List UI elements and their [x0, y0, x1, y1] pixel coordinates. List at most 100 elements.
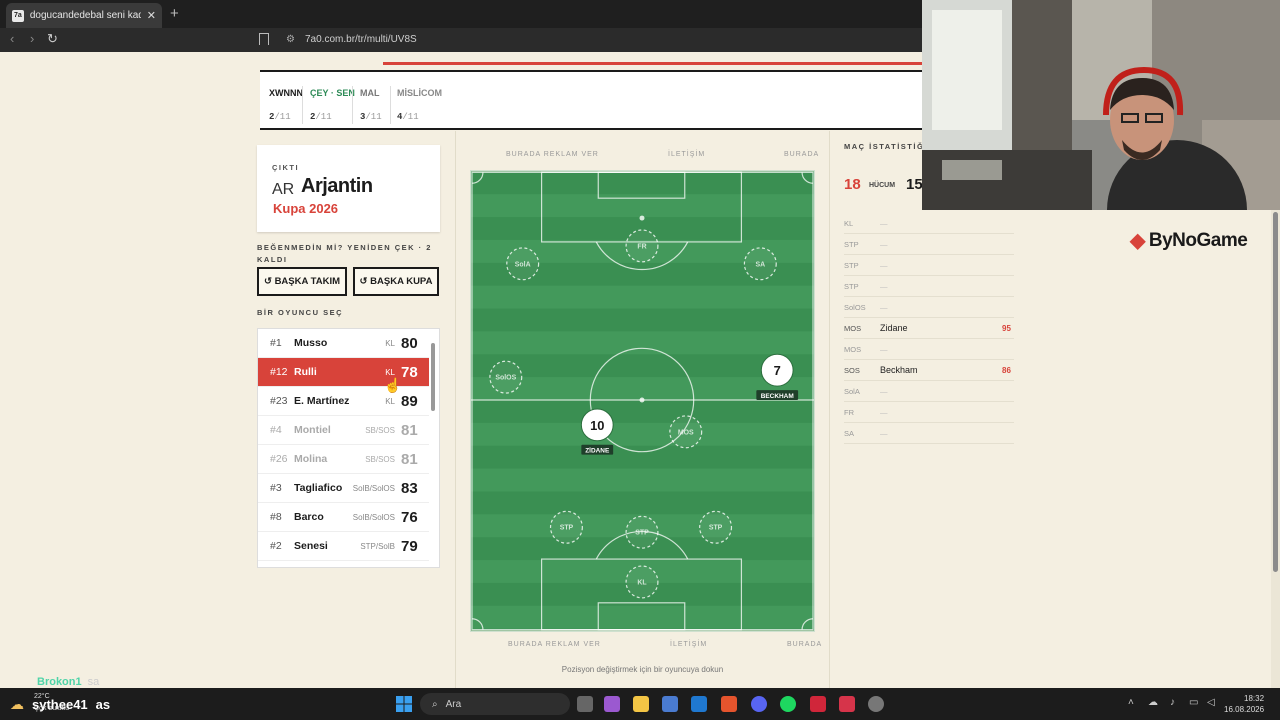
site-info-icon[interactable]: ⚙ — [286, 34, 295, 45]
result-card: ÇIKTI AR Arjantin Kupa 2026 — [257, 145, 440, 232]
close-tab-icon[interactable]: ✕ — [147, 9, 156, 22]
player-rating: 79 — [401, 537, 418, 555]
ad-link[interactable]: BURADA REKLAM VER — [508, 641, 601, 648]
token-number: 10 — [590, 418, 604, 433]
player-rating: 89 — [401, 392, 418, 410]
ad-link[interactable]: BURADA REKLAM VER — [506, 151, 599, 158]
reroll-text: BEĞENMEDİN Mİ? YENİDEN ÇEK · 2 KALDI — [257, 243, 432, 264]
windows-start-icon[interactable] — [396, 696, 412, 712]
network-icon[interactable]: ▭ — [1189, 697, 1198, 708]
stat-position: STP — [844, 281, 859, 291]
taskbar: ☁ 22°C Çok bulutlu sythee41 as ⌕ Ara ˄ ☁ … — [0, 688, 1280, 720]
stat-row: STP — — [844, 234, 1014, 255]
stat-row: SOS Beckham 86 — [844, 360, 1014, 381]
file-explorer-icon[interactable] — [633, 696, 649, 712]
url-text[interactable]: 7a0.com.br/tr/multi/UV8S — [305, 34, 417, 45]
stat-row: STP — — [844, 276, 1014, 297]
match-item[interactable]: XWNNN 2/11 — [269, 88, 303, 122]
bookmark-icon[interactable] — [259, 33, 269, 45]
player-position: KL — [385, 396, 395, 406]
match-item[interactable]: MAL 3/11 — [360, 88, 382, 122]
microphone-icon[interactable]: ♪ — [1170, 697, 1175, 708]
task-view-icon[interactable] — [577, 696, 593, 712]
stat-position: KL — [844, 218, 854, 228]
stat-position: MOS — [844, 323, 862, 333]
stat-position: SA — [844, 428, 855, 438]
player-rating: 81 — [401, 421, 418, 439]
player-rating: 83 — [401, 479, 418, 497]
player-number: #1 — [270, 337, 282, 349]
match-strip: XWNNN 2/11 ÇEY · SEN 2/11 MAL 3/11 MİSLİ… — [260, 70, 925, 130]
player-position: KL — [385, 367, 395, 377]
forward-icon[interactable]: › — [30, 31, 34, 46]
stat-position: SolA — [844, 386, 860, 396]
new-tab-icon[interactable]: + — [170, 5, 179, 22]
stat-value: 95 — [1002, 323, 1011, 333]
reload-icon[interactable]: ↻ — [47, 31, 58, 47]
stat-position: MOS — [844, 344, 862, 354]
match-name: MAL — [360, 88, 380, 98]
search-icon: ⌕ — [432, 698, 438, 710]
cloud-icon[interactable]: ☁ — [1148, 697, 1158, 708]
player-row[interactable]: #1 Musso KL 80 — [258, 329, 429, 358]
token-name: ZİDANE — [585, 446, 610, 455]
player-name: Senesi — [294, 540, 328, 552]
player-rating: 76 — [401, 508, 418, 526]
logo-text: ByNoGame — [1148, 229, 1248, 251]
outlook-icon[interactable] — [691, 696, 707, 712]
chevron-up-icon[interactable]: ˄ — [1128, 697, 1134, 708]
scrollbar-thumb[interactable] — [431, 343, 435, 411]
player-name: Tagliafico — [294, 482, 343, 494]
match-item[interactable]: MİSLİCOM 4/11 — [397, 88, 442, 122]
player-token-zidane[interactable]: 10 ZİDANE — [580, 408, 614, 455]
contact-link[interactable]: İLETİŞİM — [668, 151, 705, 158]
slot-label: KL — [637, 579, 647, 586]
page-scrollbar-thumb[interactable] — [1273, 212, 1278, 572]
slot-label: SolOS — [495, 375, 516, 382]
store-icon[interactable] — [662, 696, 678, 712]
app-icon[interactable] — [839, 696, 855, 712]
player-row[interactable]: #3 Tagliafico SolB/SolOS 83 — [258, 474, 429, 503]
stat-empty: — — [880, 260, 888, 270]
attack-label: HÜCUM — [869, 182, 896, 189]
app-icon[interactable] — [868, 696, 884, 712]
copilot-icon[interactable] — [604, 696, 620, 712]
stat-empty: — — [880, 428, 888, 438]
stat-value: 86 — [1002, 365, 1011, 375]
player-name: Montiel — [294, 424, 331, 436]
player-row[interactable]: #4 Montiel SB/SOS 81 — [258, 416, 429, 445]
player-row[interactable]: #26 Molina SB/SOS 81 — [258, 445, 429, 474]
other-team-button[interactable]: ↺ BAŞKA TAKIM — [257, 267, 347, 296]
tab-title: dogucandedebal seni kadroya ç — [29, 10, 141, 21]
player-name: Rulli — [294, 366, 317, 378]
player-number: #8 — [270, 511, 282, 523]
player-number: #12 — [270, 366, 288, 378]
stat-row: SolA — — [844, 381, 1014, 402]
brave-browser-icon[interactable] — [721, 696, 737, 712]
player-row[interactable]: #12 Rulli KL 78 — [258, 358, 429, 387]
back-icon[interactable]: ‹ — [10, 31, 14, 46]
other-cup-button[interactable]: ↺ BAŞKA KUPA — [353, 267, 439, 296]
stat-empty: — — [880, 386, 888, 396]
ad-link[interactable]: BURADA — [784, 151, 819, 158]
match-name: ÇEY · SEN — [310, 88, 355, 98]
match-item[interactable]: ÇEY · SEN 2/11 — [310, 88, 355, 122]
app-icon[interactable] — [810, 696, 826, 712]
chat-user: Brokon1 — [37, 676, 82, 688]
ad-link[interactable]: BURADA — [787, 641, 822, 648]
taskbar-search[interactable]: ⌕ Ara — [420, 693, 570, 715]
player-row[interactable]: #2 Senesi STP/SolB 79 — [258, 532, 429, 561]
discord-icon[interactable] — [751, 696, 767, 712]
result-label: ÇIKTI — [272, 163, 300, 172]
player-list: #1 Musso KL 80 #12 Rulli KL 78 #23 E. Ma… — [257, 328, 440, 568]
taskbar-clock[interactable]: 18:32 16.08.2026 — [1224, 693, 1264, 715]
browser-tab[interactable]: 7a dogucandedebal seni kadroya ç ✕ — [6, 3, 162, 28]
weather-icon[interactable]: ☁ — [10, 696, 24, 713]
player-row[interactable]: #8 Barco SolB/SolOS 76 — [258, 503, 429, 532]
player-list-scrollbar[interactable] — [430, 333, 436, 565]
volume-icon[interactable]: ◁ — [1207, 697, 1215, 708]
stat-row: MOS — — [844, 339, 1014, 360]
player-row[interactable]: #23 E. Martínez KL 89 — [258, 387, 429, 416]
spotify-icon[interactable] — [780, 696, 796, 712]
contact-link[interactable]: İLETİŞİM — [670, 641, 707, 648]
